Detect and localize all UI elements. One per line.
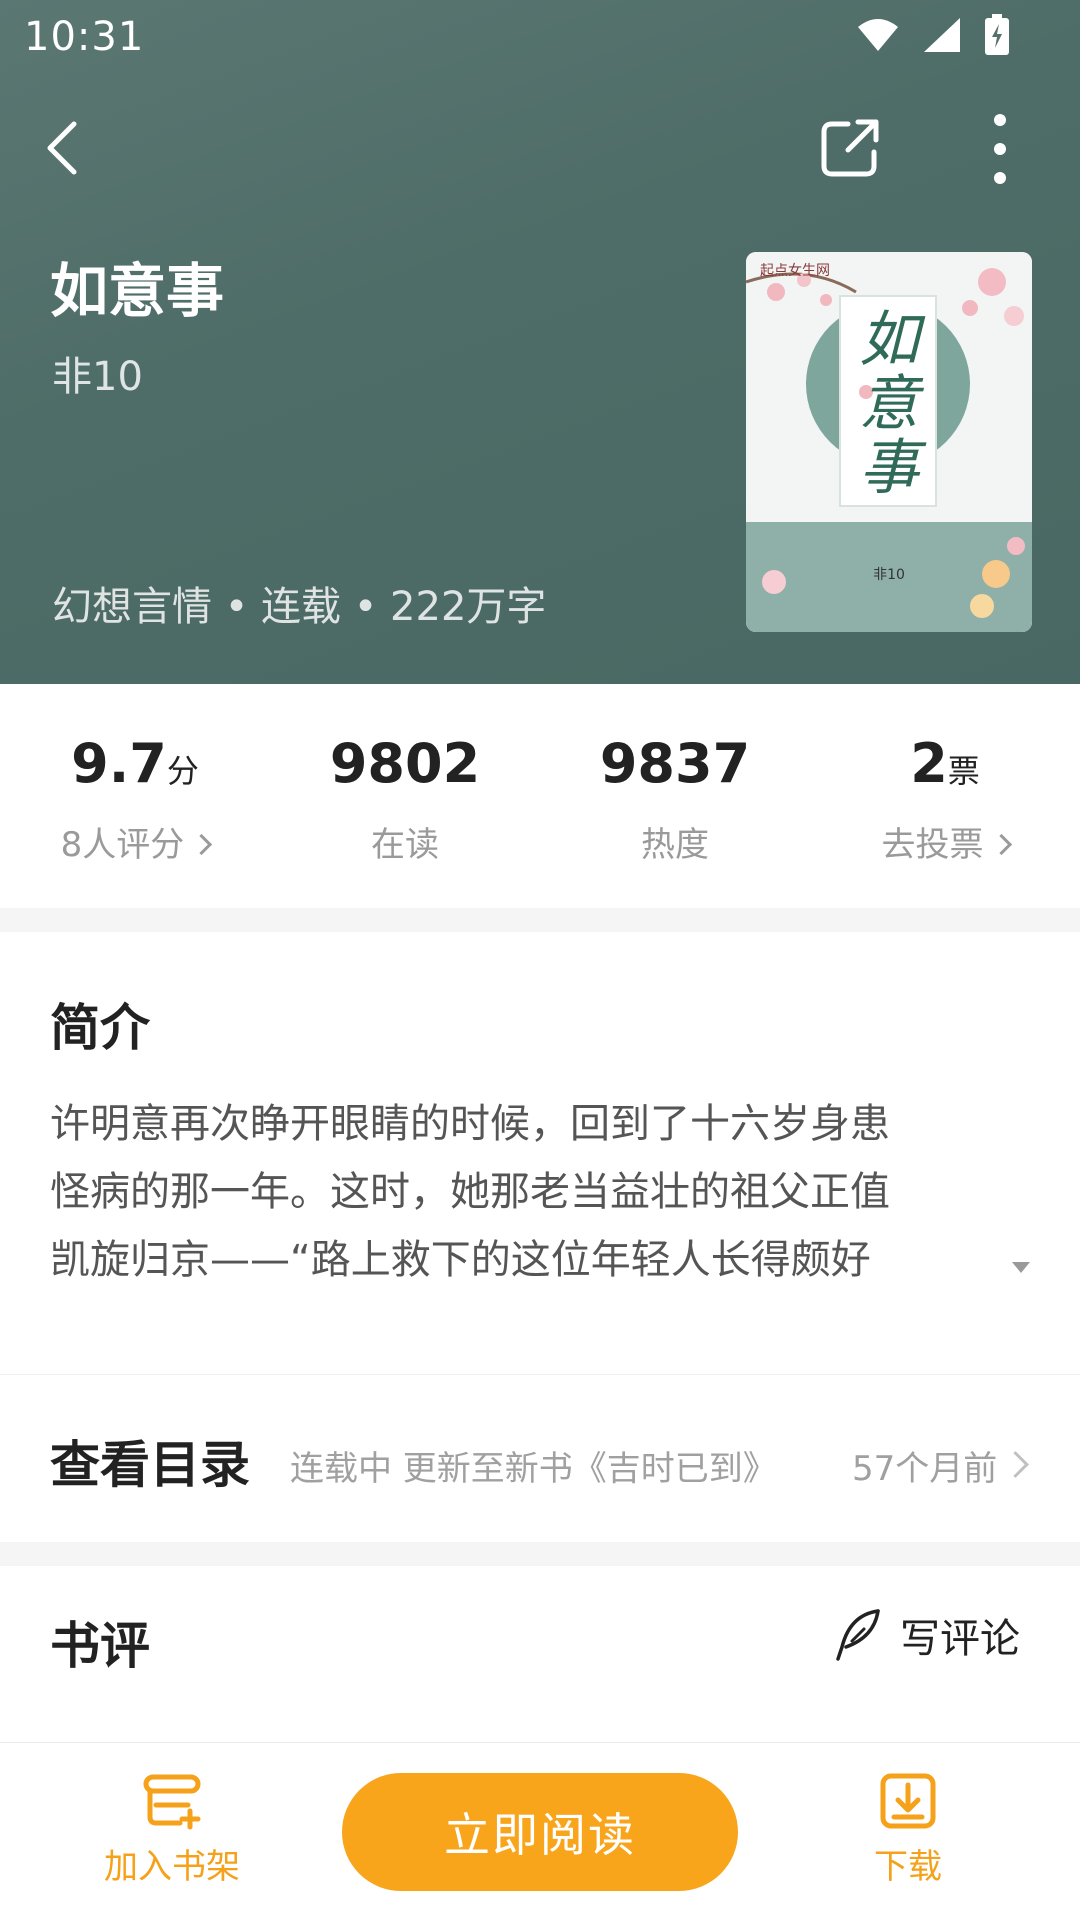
intro-line: 怪病的那一年。这时，她那老当益壮的祖父正值 bbox=[50, 1169, 890, 1215]
write-review-button[interactable]: 写评论 bbox=[830, 1606, 1020, 1664]
bookshelf-icon bbox=[143, 1774, 201, 1830]
stat-votes[interactable]: 2票 去投票 bbox=[810, 732, 1080, 866]
stat-popularity-label: 热度 bbox=[641, 825, 709, 865]
book-meta: 幻想言情 • 连载 • 222万字 bbox=[52, 584, 547, 630]
toc-update-time: 57个月前 bbox=[852, 1449, 998, 1489]
stat-rating-label-row: 8人评分 bbox=[0, 817, 270, 866]
share-icon bbox=[821, 119, 879, 177]
write-review-label: 写评论 bbox=[900, 1616, 1020, 1662]
stat-reading: 9802 在读 bbox=[270, 732, 540, 866]
toc-title: 查看目录 bbox=[50, 1436, 250, 1494]
stat-rating-value-row: 9.7分 bbox=[0, 732, 270, 795]
stat-popularity-value: 9837 bbox=[599, 732, 751, 795]
expand-icon[interactable] bbox=[1012, 1262, 1030, 1273]
cover-title: 如意事 bbox=[859, 305, 919, 503]
signal-icon bbox=[924, 18, 960, 52]
wifi-icon bbox=[858, 19, 898, 51]
stat-votes-label-row: 去投票 bbox=[810, 817, 1080, 866]
more-button[interactable] bbox=[980, 112, 1020, 186]
add-to-bookshelf-label: 加入书架 bbox=[104, 1847, 240, 1887]
cover-author: 非10 bbox=[873, 567, 905, 583]
back-button[interactable] bbox=[40, 118, 90, 178]
intro-line: 凯旋归京——“路上救下的这位年轻人长得颇好 bbox=[50, 1237, 871, 1283]
toc-update-status: 连载中 更新至新书《吉时已到》 bbox=[290, 1449, 777, 1489]
stat-rating-unit: 分 bbox=[166, 752, 199, 790]
intro-line: 许明意再次睁开眼睛的时候，回到了十六岁身患 bbox=[50, 1101, 890, 1147]
stats-row: 9.7分 8人评分 9802 在读 9837 热度 2票 去投票 bbox=[0, 684, 1080, 908]
status-icons bbox=[856, 14, 1010, 56]
bottom-action-bar: 加入书架 立即阅读 下载 bbox=[0, 1742, 1080, 1921]
chevron-right-icon bbox=[191, 833, 213, 856]
stat-votes-value-row: 2票 bbox=[810, 732, 1080, 795]
back-arrow-icon bbox=[47, 121, 77, 175]
download-label: 下载 bbox=[874, 1847, 942, 1887]
stat-rating-value: 9.7 bbox=[71, 732, 167, 795]
stat-votes-label: 去投票 bbox=[881, 825, 984, 865]
battery-icon bbox=[985, 14, 1009, 55]
more-vertical-icon bbox=[994, 114, 1006, 184]
review-title: 书评 bbox=[50, 1617, 150, 1675]
stat-reading-label: 在读 bbox=[371, 825, 439, 865]
stat-popularity-value-row: 9837 bbox=[540, 732, 810, 795]
stat-rating[interactable]: 9.7分 8人评分 bbox=[0, 732, 270, 866]
stat-popularity: 9837 热度 bbox=[540, 732, 810, 866]
review-section: 书评 写评论 bbox=[0, 1566, 1080, 1742]
status-bar: 10:31 bbox=[0, 0, 1080, 72]
book-cover[interactable]: 起点女生网 如意事 非10 bbox=[746, 252, 1032, 632]
table-of-contents-row[interactable]: 查看目录 连载中 更新至新书《吉时已到》 57个月前 bbox=[0, 1374, 1080, 1543]
download-button[interactable]: 下载 bbox=[808, 1771, 1008, 1888]
cover-logo: 起点女生网 bbox=[760, 263, 830, 279]
stat-votes-value: 2 bbox=[910, 732, 948, 795]
quill-icon bbox=[836, 1609, 880, 1661]
intro-title: 简介 bbox=[50, 999, 150, 1057]
chevron-right-icon bbox=[990, 833, 1012, 856]
intro-section[interactable]: 简介 许明意再次睁开眼睛的时候，回到了十六岁身患 怪病的那一年。这时，她那老当益… bbox=[0, 932, 1080, 1374]
intro-text: 许明意再次睁开眼睛的时候，回到了十六岁身患 怪病的那一年。这时，她那老当益壮的祖… bbox=[50, 1090, 1000, 1294]
chevron-right-icon bbox=[1002, 1451, 1029, 1478]
section-divider bbox=[0, 1542, 1080, 1566]
add-to-bookshelf-button[interactable]: 加入书架 bbox=[72, 1771, 272, 1888]
download-icon bbox=[880, 1773, 936, 1829]
book-author[interactable]: 非10 bbox=[52, 344, 143, 402]
share-button[interactable] bbox=[818, 116, 882, 180]
stat-reading-value-row: 9802 bbox=[270, 732, 540, 795]
read-now-button[interactable]: 立即阅读 bbox=[342, 1773, 738, 1891]
section-divider bbox=[0, 908, 1080, 932]
stat-reading-value: 9802 bbox=[329, 732, 481, 795]
status-time: 10:31 bbox=[24, 14, 145, 60]
book-header: 10:31 如意事 非10 幻想言情 • 连载 • 222万字 起点女生网 如意… bbox=[0, 0, 1080, 684]
stat-rating-label: 8人评分 bbox=[60, 825, 185, 865]
stat-votes-unit: 票 bbox=[947, 752, 980, 790]
book-title: 如意事 bbox=[50, 257, 225, 325]
